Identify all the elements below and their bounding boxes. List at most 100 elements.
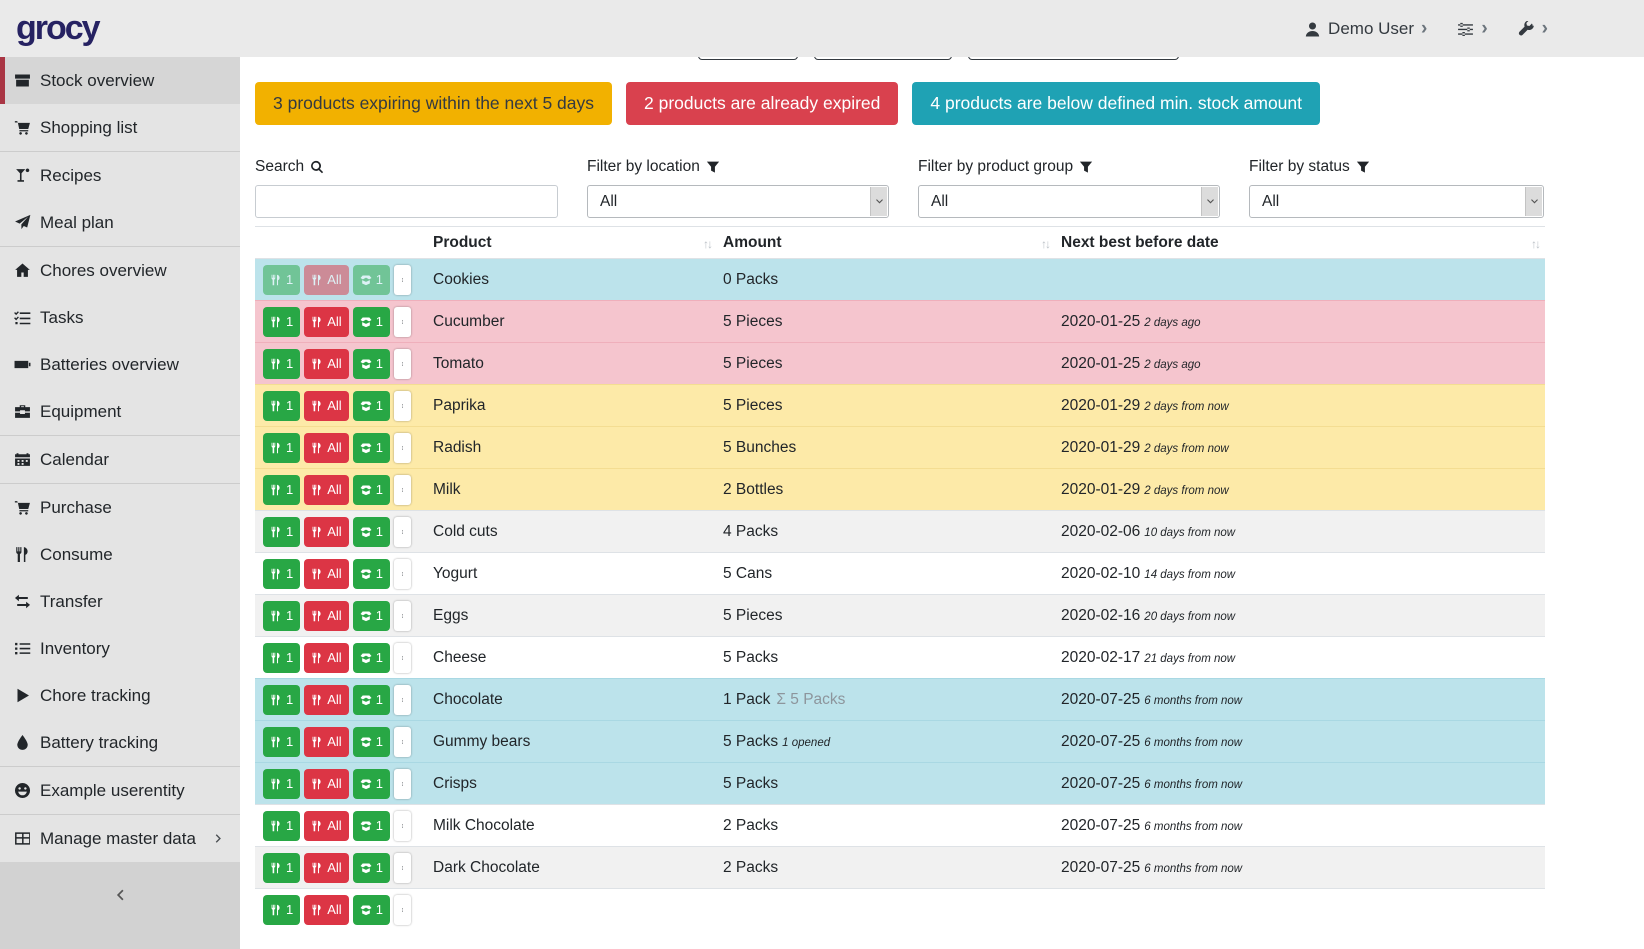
- open-one-button[interactable]: 1: [353, 643, 390, 673]
- row-menu-button[interactable]: [394, 853, 411, 883]
- sidebar-item-chores-overview[interactable]: Chores overview: [0, 247, 240, 294]
- open-one-button[interactable]: 1: [353, 727, 390, 757]
- consume-one-button[interactable]: 1: [263, 727, 300, 757]
- consume-one-button[interactable]: 1: [263, 601, 300, 631]
- open-one-button[interactable]: 1: [353, 811, 390, 841]
- consume-one-button[interactable]: 1: [263, 685, 300, 715]
- row-menu-button[interactable]: [394, 895, 411, 925]
- consume-all-button[interactable]: All: [304, 475, 348, 505]
- consume-all-button[interactable]: All: [304, 349, 348, 379]
- consume-one-button[interactable]: 1: [263, 349, 300, 379]
- best-before-relative: 6 months from now: [1144, 737, 1242, 749]
- open-one-button[interactable]: 1: [353, 601, 390, 631]
- consume-one-button[interactable]: 1: [263, 811, 300, 841]
- consume-all-button[interactable]: All: [304, 811, 348, 841]
- consume-all-button[interactable]: All: [304, 601, 348, 631]
- consume-one-button[interactable]: 1: [263, 265, 300, 295]
- sidebar-item-tasks[interactable]: Tasks: [0, 294, 240, 341]
- row-menu-button[interactable]: [394, 433, 411, 463]
- best-before-date: 2020-07-25: [1061, 817, 1140, 834]
- product-group-select[interactable]: All: [918, 185, 1220, 218]
- sidebar-item-manage-master-data[interactable]: Manage master data: [0, 815, 240, 862]
- status-banner-1[interactable]: 2 products are already expired: [626, 82, 898, 125]
- consume-one-button[interactable]: 1: [263, 391, 300, 421]
- consume-one-button[interactable]: 1: [263, 475, 300, 505]
- utensils-icon: [311, 484, 323, 496]
- sidebar-collapse-toggle[interactable]: [0, 862, 240, 949]
- column-amount[interactable]: Amount↑↓: [717, 227, 1055, 259]
- consume-all-button[interactable]: All: [304, 895, 348, 925]
- sidebar-item-consume[interactable]: Consume: [0, 531, 240, 578]
- sidebar-item-meal-plan[interactable]: Meal plan: [0, 199, 240, 246]
- open-one-button[interactable]: 1: [353, 685, 390, 715]
- open-one-button[interactable]: 1: [353, 895, 390, 925]
- row-menu-button[interactable]: [394, 391, 411, 421]
- consume-one-button[interactable]: 1: [263, 643, 300, 673]
- sidebar-item-example-userentity[interactable]: Example userentity: [0, 767, 240, 814]
- row-menu-button[interactable]: [394, 517, 411, 547]
- open-one-button[interactable]: 1: [353, 769, 390, 799]
- sidebar-item-inventory[interactable]: Inventory: [0, 625, 240, 672]
- sidebar-item-stock-overview[interactable]: Stock overview: [0, 57, 240, 104]
- row-menu-button[interactable]: [394, 685, 411, 715]
- location-select[interactable]: All: [587, 185, 889, 218]
- sidebar-item-chore-tracking[interactable]: Chore tracking: [0, 672, 240, 719]
- row-menu-button[interactable]: [394, 727, 411, 757]
- row-menu-button[interactable]: [394, 475, 411, 505]
- consume-all-button[interactable]: All: [304, 853, 348, 883]
- sidebar-item-transfer[interactable]: Transfer: [0, 578, 240, 625]
- row-menu-button[interactable]: [394, 265, 411, 295]
- open-one-button[interactable]: 1: [353, 517, 390, 547]
- column-product[interactable]: Product↑↓: [427, 227, 717, 259]
- settings-menu[interactable]: ›: [1457, 19, 1487, 39]
- consume-one-button[interactable]: 1: [263, 307, 300, 337]
- sidebar-item-calendar[interactable]: Calendar: [0, 436, 240, 483]
- row-menu-button[interactable]: [394, 769, 411, 799]
- row-menu-button[interactable]: [394, 307, 411, 337]
- admin-menu[interactable]: ›: [1518, 19, 1548, 39]
- search-input[interactable]: [255, 185, 558, 218]
- status-banner-2[interactable]: 4 products are below defined min. stock …: [912, 82, 1320, 125]
- sidebar-item-shopping-list[interactable]: Shopping list: [0, 104, 240, 151]
- open-one-button[interactable]: 1: [353, 307, 390, 337]
- consume-all-button[interactable]: All: [304, 391, 348, 421]
- sidebar-item-battery-tracking[interactable]: Battery tracking: [0, 719, 240, 766]
- open-one-button[interactable]: 1: [353, 853, 390, 883]
- open-one-button[interactable]: 1: [353, 391, 390, 421]
- consume-all-button[interactable]: All: [304, 643, 348, 673]
- row-menu-button[interactable]: [394, 811, 411, 841]
- consume-all-button[interactable]: All: [304, 685, 348, 715]
- consume-all-button[interactable]: All: [304, 433, 348, 463]
- row-menu-button[interactable]: [394, 349, 411, 379]
- consume-all-button[interactable]: All: [304, 307, 348, 337]
- sidebar-item-batteries-overview[interactable]: Batteries overview: [0, 341, 240, 388]
- location-select-value: All: [600, 193, 617, 211]
- status-banner-0[interactable]: 3 products expiring within the next 5 da…: [255, 82, 612, 125]
- sidebar-item-recipes[interactable]: Recipes: [0, 152, 240, 199]
- open-one-button[interactable]: 1: [353, 265, 390, 295]
- app-logo[interactable]: grocy: [16, 9, 99, 48]
- consume-one-button[interactable]: 1: [263, 559, 300, 589]
- consume-one-button[interactable]: 1: [263, 769, 300, 799]
- consume-all-button[interactable]: All: [304, 517, 348, 547]
- column-next-best-before-date[interactable]: Next best before date↑↓: [1055, 227, 1545, 259]
- consume-all-button[interactable]: All: [304, 727, 348, 757]
- open-one-button[interactable]: 1: [353, 475, 390, 505]
- consume-all-button[interactable]: All: [304, 265, 348, 295]
- row-menu-button[interactable]: [394, 559, 411, 589]
- consume-all-button[interactable]: All: [304, 559, 348, 589]
- consume-one-button[interactable]: 1: [263, 433, 300, 463]
- consume-one-button[interactable]: 1: [263, 853, 300, 883]
- sidebar-item-equipment[interactable]: Equipment: [0, 388, 240, 435]
- consume-one-button[interactable]: 1: [263, 517, 300, 547]
- sidebar-item-purchase[interactable]: Purchase: [0, 484, 240, 531]
- row-menu-button[interactable]: [394, 643, 411, 673]
- user-menu[interactable]: Demo User ›: [1304, 19, 1427, 39]
- open-one-button[interactable]: 1: [353, 559, 390, 589]
- open-one-button[interactable]: 1: [353, 349, 390, 379]
- row-menu-button[interactable]: [394, 601, 411, 631]
- consume-one-button[interactable]: 1: [263, 895, 300, 925]
- consume-all-button[interactable]: All: [304, 769, 348, 799]
- open-one-button[interactable]: 1: [353, 433, 390, 463]
- status-select[interactable]: All: [1249, 185, 1544, 218]
